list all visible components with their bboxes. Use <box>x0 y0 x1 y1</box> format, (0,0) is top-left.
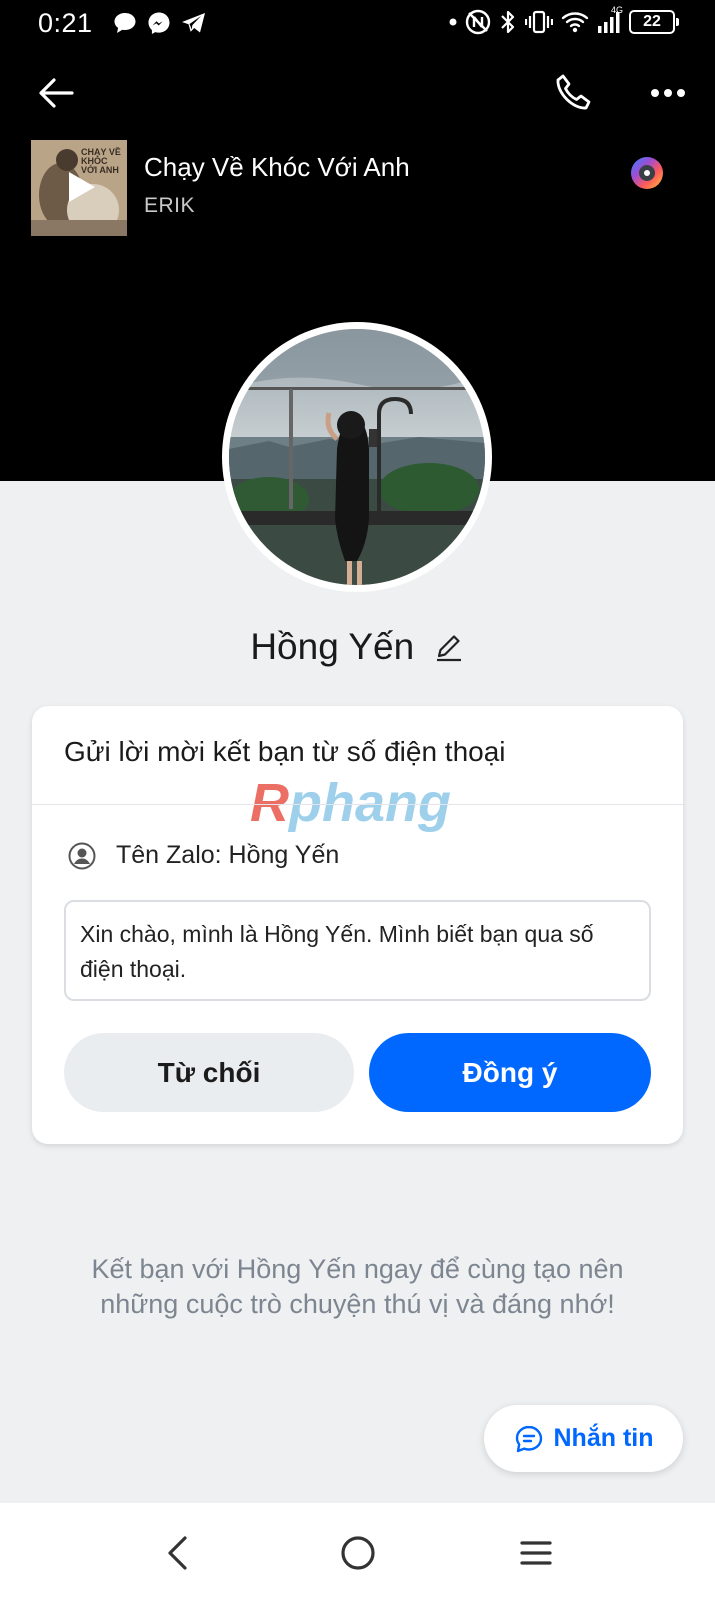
chat-icon <box>515 1425 542 1452</box>
pencil-icon <box>436 635 461 662</box>
song-title: Chạy Về Khóc Với Anh <box>144 152 410 182</box>
status-bar: 0:21 4G 22 <box>0 0 715 46</box>
telegram-icon <box>182 13 205 33</box>
messenger-icon <box>148 12 170 34</box>
nav-menu-button[interactable] <box>508 1525 564 1581</box>
chat-bubble-icon <box>114 13 136 33</box>
avatar[interactable] <box>229 329 485 585</box>
nav-home-button[interactable] <box>330 1525 386 1581</box>
nav-home-icon <box>341 1536 375 1570</box>
nav-menu-icon <box>520 1541 552 1565</box>
nfc-icon <box>465 9 491 35</box>
more-options-button[interactable] <box>640 68 696 118</box>
system-status-icons: 22 <box>449 9 679 35</box>
edit-name-button[interactable] <box>433 631 465 663</box>
nav-back-icon <box>168 1536 187 1570</box>
back-arrow-icon <box>39 78 74 108</box>
battery-icon: 22 <box>629 10 679 34</box>
profile-name: Hồng Yến <box>250 626 415 667</box>
system-nav-bar <box>0 1503 715 1600</box>
call-button[interactable] <box>547 66 601 120</box>
avatar-frame[interactable] <box>222 322 492 592</box>
bluetooth-icon <box>501 10 515 34</box>
send-message-label: Nhắn tin <box>553 1424 654 1452</box>
play-icon[interactable] <box>65 170 97 204</box>
back-button[interactable] <box>28 68 84 118</box>
nav-back-button[interactable] <box>150 1525 206 1581</box>
card-divider <box>32 804 683 805</box>
avatar-photo <box>229 329 485 585</box>
friend-request-card: Gửi lời mời kết bạn từ số điện thoại Rph… <box>32 706 683 1144</box>
battery-level: 22 <box>643 13 661 30</box>
music-disc-button[interactable] <box>628 154 666 192</box>
music-disc-icon <box>631 157 663 189</box>
watermark-logo: Rphang <box>250 773 451 833</box>
status-time: 0:21 <box>38 8 93 38</box>
album-cover[interactable]: CHẠY VỀ KHÓC VỚI ANH <box>31 140 127 236</box>
notification-icons <box>112 10 208 36</box>
invite-text: Kết bạn với Hồng Yến ngay để cùng tạo nê… <box>91 1254 624 1319</box>
zalo-name-row: Tên Zalo: Hồng Yến <box>68 841 339 870</box>
dot-icon <box>449 18 457 26</box>
zalo-name-label: Tên Zalo: Hồng Yến <box>116 841 340 869</box>
vibrate-icon <box>525 10 553 34</box>
send-message-button[interactable]: Nhắn tin <box>484 1405 683 1472</box>
user-icon <box>68 842 96 869</box>
more-icon <box>651 89 685 97</box>
wifi-icon <box>561 12 589 33</box>
accept-button[interactable]: Đồng ý <box>369 1033 651 1112</box>
song-artist: ERIK <box>144 194 196 217</box>
profile-music[interactable]: CHẠY VỀ KHÓC VỚI ANH Chạy Về Khóc Với An… <box>31 140 681 236</box>
friend-request-title: Gửi lời mời kết bạn từ số điện thoại <box>64 736 506 767</box>
phone-icon <box>556 74 591 110</box>
signal-icon <box>598 12 620 33</box>
profile-name-row: Hồng Yến <box>0 626 715 668</box>
decline-button[interactable]: Từ chối <box>64 1033 354 1112</box>
request-message-box: Xin chào, mình là Hồng Yến. Mình biết bạ… <box>64 900 651 1001</box>
